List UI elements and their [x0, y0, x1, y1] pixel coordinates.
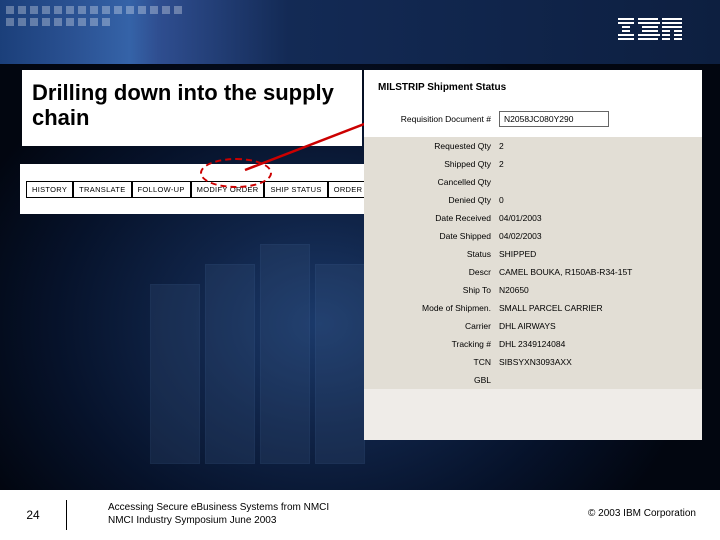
slide-title-box: Drilling down into the supply chain — [22, 70, 362, 146]
field-label: Ship To — [364, 285, 499, 295]
shipment-status-title: MILSTRIP Shipment Status — [364, 70, 702, 99]
footer-divider — [66, 500, 67, 530]
slide-title: Drilling down into the supply chain — [32, 80, 352, 131]
field-label: Cancelled Qty — [364, 177, 499, 187]
field-label: Shipped Qty — [364, 159, 499, 169]
shipment-status-card: MILSTRIP Shipment Status Requisition Doc… — [364, 70, 702, 440]
ibm-logo — [618, 18, 682, 44]
page-number: 24 — [0, 508, 66, 522]
follow-up-button[interactable]: FOLLOW-UP — [132, 181, 191, 198]
field-value: DHL 2349124084 — [499, 339, 565, 349]
footer-line-2: NMCI Industry Symposium June 2003 — [108, 515, 329, 528]
field-value: N20650 — [499, 285, 529, 295]
field-label: Date Received — [364, 213, 499, 223]
field-value: SHIPPED — [499, 249, 536, 259]
field-value: 0 — [499, 195, 504, 205]
field-label: Date Shipped — [364, 231, 499, 241]
field-label: Descr — [364, 267, 499, 277]
decorative-grid — [6, 6, 186, 58]
masthead — [0, 0, 720, 64]
field-value: 2 — [499, 159, 504, 169]
footer-line-1: Accessing Secure eBusiness Systems from … — [108, 502, 329, 515]
modify-order-button[interactable]: MODIFY ORDER — [191, 181, 265, 198]
field-label: Mode of Shipmen. — [364, 303, 499, 313]
field-label: Requested Qty — [364, 141, 499, 151]
field-value: SMALL PARCEL CARRIER — [499, 303, 603, 313]
history-button[interactable]: HISTORY — [26, 181, 73, 198]
field-label: Status — [364, 249, 499, 259]
translate-button[interactable]: TRANSLATE — [73, 181, 131, 198]
field-label: Tracking # — [364, 339, 499, 349]
field-label: Denied Qty — [364, 195, 499, 205]
action-button-panel: HISTORY TRANSLATE FOLLOW-UP MODIFY ORDER… — [20, 164, 400, 214]
field-value: SIBSYXN3093AXX — [499, 357, 572, 367]
field-value: 04/01/2003 — [499, 213, 542, 223]
slide-footer: 24 Accessing Secure eBusiness Systems fr… — [0, 490, 720, 540]
field-value: DHL AIRWAYS — [499, 321, 556, 331]
field-value: 04/02/2003 — [499, 231, 542, 241]
field-value: CAMEL BOUKA, R150AB-R34-15T — [499, 267, 632, 277]
field-label: Requisition Document # — [364, 114, 499, 124]
footer-text: Accessing Secure eBusiness Systems from … — [108, 502, 329, 527]
field-label: Carrier — [364, 321, 499, 331]
copyright: © 2003 IBM Corporation — [588, 508, 696, 519]
field-label: GBL — [364, 375, 499, 385]
ship-status-button[interactable]: SHIP STATUS — [264, 181, 327, 198]
field-value: 2 — [499, 141, 504, 151]
field-label: TCN — [364, 357, 499, 367]
requisition-document-input[interactable]: N2058JC080Y290 — [499, 111, 609, 127]
